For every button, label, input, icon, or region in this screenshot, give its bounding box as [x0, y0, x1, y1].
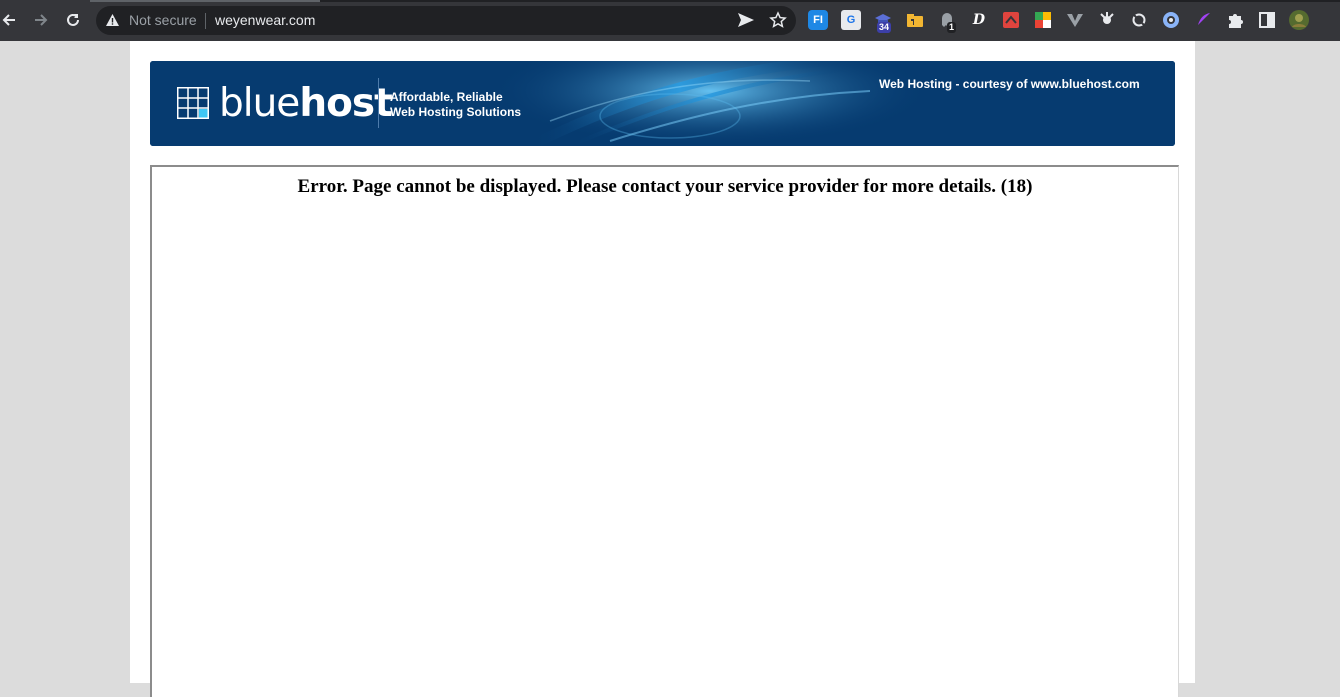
logo-text-blue: blue [219, 81, 300, 126]
bluehost-banner: bluehost Affordable, Reliable Web Hostin… [150, 61, 1175, 146]
warning-icon [106, 14, 119, 26]
bookmark-star-icon[interactable] [769, 11, 787, 29]
security-status[interactable]: Not secure [129, 12, 197, 28]
folder-extension-icon[interactable] [905, 10, 925, 30]
colorful-grid-icon [1035, 12, 1051, 28]
side-panel-icon [1259, 12, 1275, 28]
active-tab-indicator [90, 0, 320, 2]
content-frame: Error. Page cannot be displayed. Please … [150, 165, 1179, 697]
blue-circle-icon [1163, 12, 1179, 28]
tagline-line-2: Web Hosting Solutions [390, 105, 522, 119]
profile-avatar[interactable] [1289, 10, 1309, 30]
forward-button[interactable] [29, 8, 53, 32]
brush-extension-icon[interactable] [1097, 10, 1117, 30]
v-icon [1067, 14, 1083, 27]
folder-icon [907, 13, 923, 27]
d-extension-icon[interactable]: D [969, 10, 989, 30]
hat-extension-icon[interactable]: 34 [873, 10, 893, 33]
fi-extension-icon[interactable]: FI [808, 10, 828, 30]
ghost-extension-icon[interactable]: 1 [937, 10, 957, 33]
address-bar[interactable]: Not secure weyenwear.com [96, 6, 796, 35]
red-square-icon [1003, 12, 1019, 28]
side-panel-button[interactable] [1257, 10, 1277, 30]
back-arrow-icon [2, 14, 15, 26]
brush-icon [1100, 12, 1114, 24]
google-translate-icon[interactable]: G [841, 10, 861, 30]
forward-arrow-icon [35, 14, 48, 26]
ghost-badge: 1 [947, 22, 957, 33]
error-message: Error. Page cannot be displayed. Please … [297, 176, 1033, 197]
page-content: bluehost Affordable, Reliable Web Hostin… [130, 41, 1195, 697]
extensions-button[interactable] [1225, 10, 1245, 30]
blue-circle-extension-icon[interactable] [1161, 10, 1181, 30]
browser-toolbar: Not secure weyenwear.com FI G 34 1 D [0, 0, 1340, 41]
v-extension-icon[interactable] [1065, 10, 1085, 30]
tab-strip [90, 0, 1340, 2]
feather-icon [1196, 13, 1210, 27]
address-separator [205, 13, 206, 29]
bluehost-logo-text: bluehost [219, 81, 393, 126]
courtesy-text: Web Hosting - courtesy of www.bluehost.c… [879, 77, 1140, 91]
tagline-line-1: Affordable, Reliable [390, 90, 503, 104]
url-text[interactable]: weyenwear.com [215, 12, 315, 28]
bluehost-logo-icon [177, 87, 209, 119]
avatar-icon [1289, 10, 1309, 30]
circle-extension-icon[interactable] [1129, 10, 1149, 30]
red-extension-icon[interactable] [1001, 10, 1021, 30]
hat-badge: 34 [877, 22, 892, 33]
banner-tagline: Affordable, Reliable Web Hosting Solutio… [390, 90, 521, 120]
reload-icon [67, 13, 79, 26]
puzzle-icon [1229, 14, 1243, 28]
logo-divider [378, 78, 379, 128]
send-tab-icon[interactable] [737, 12, 755, 28]
colorful-extension-icon[interactable] [1033, 10, 1053, 30]
reload-button[interactable] [61, 8, 85, 32]
back-button[interactable] [0, 8, 21, 32]
feather-extension-icon[interactable] [1193, 10, 1213, 30]
ring-icon [1132, 13, 1146, 27]
